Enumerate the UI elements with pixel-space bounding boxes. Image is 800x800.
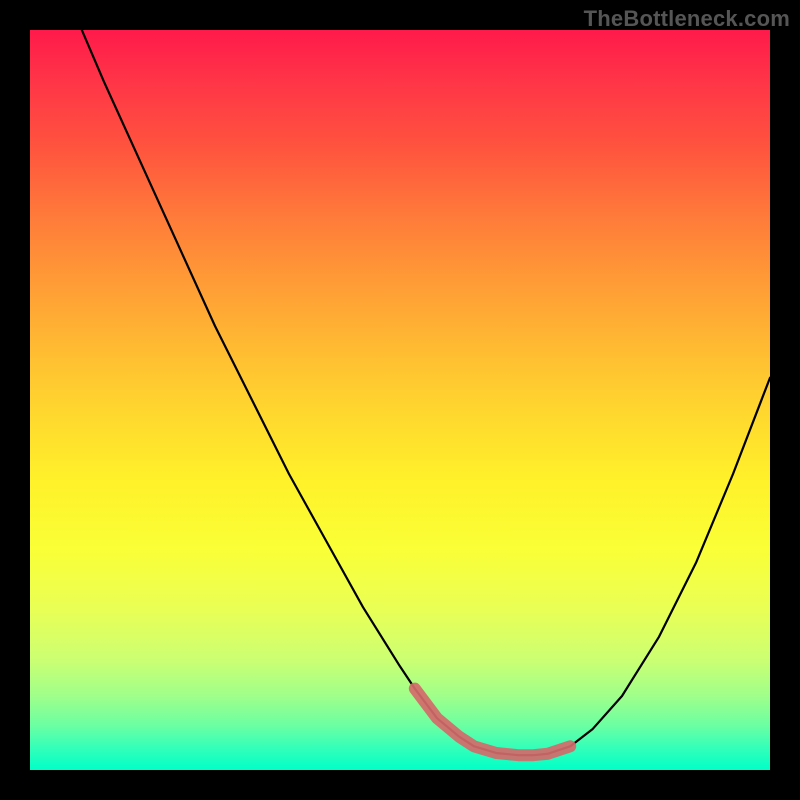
watermark-text: TheBottleneck.com [584, 6, 790, 32]
curve-line [82, 30, 770, 755]
plot-area [30, 30, 770, 770]
chart-frame: TheBottleneck.com [0, 0, 800, 800]
chart-svg [30, 30, 770, 770]
highlight-segment [415, 689, 570, 756]
